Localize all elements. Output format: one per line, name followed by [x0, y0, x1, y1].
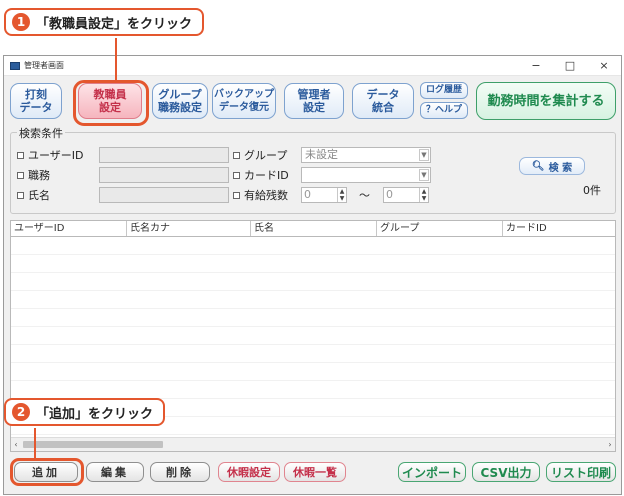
spinner-arrows-icon[interactable]: ▲ ▼ — [419, 188, 428, 202]
search-conditions-group: 検索条件 ユーザーID 職務 氏名 グループ 未設定 ▼ カードID ▼ 有給残… — [10, 125, 616, 214]
app-icon — [10, 61, 20, 70]
button-label: 打刻 — [25, 88, 47, 101]
checkbox-label: 有給残数 — [244, 189, 288, 202]
scroll-thumb[interactable] — [23, 441, 163, 448]
scroll-right-icon[interactable]: › — [605, 440, 615, 449]
leave-list-button[interactable]: 休暇一覧 — [284, 462, 346, 482]
table-header: ユーザーID 氏名カナ 氏名 グループ カードID — [11, 221, 615, 237]
chevron-down-icon[interactable]: ▼ — [419, 169, 429, 181]
select-value: 未設定 — [305, 148, 338, 161]
result-count: 0件 — [583, 184, 601, 197]
name-checkbox[interactable]: 氏名 — [17, 187, 50, 203]
button-label: データ — [366, 88, 400, 101]
backup-restore-button[interactable]: バックアップ データ復元 — [212, 83, 276, 119]
step-number: 1 — [12, 13, 30, 31]
button-label: 設定 — [303, 101, 325, 114]
card-id-checkbox[interactable]: カードID — [233, 167, 289, 183]
horizontal-scrollbar[interactable]: ‹ › — [11, 437, 615, 451]
scroll-left-icon[interactable]: ‹ — [11, 440, 21, 449]
user-id-field[interactable] — [99, 147, 229, 163]
callout-step-2: 2 「追加」をクリック — [4, 398, 166, 426]
highlight-staff-settings — [73, 80, 149, 126]
minimize-icon[interactable]: − — [519, 56, 553, 76]
admin-settings-button[interactable]: 管理者 設定 — [284, 83, 344, 119]
csv-output-button[interactable]: CSV出力 — [472, 462, 540, 482]
highlight-add-button — [10, 458, 84, 486]
checkbox[interactable] — [17, 151, 24, 159]
button-label: 職務設定 — [158, 101, 202, 114]
button-label: データ復元 — [219, 102, 269, 113]
window-controls: − □ × — [519, 56, 621, 76]
window-title: 管理者画面 — [24, 61, 64, 70]
card-id-select[interactable]: ▼ — [301, 167, 431, 183]
checkbox[interactable] — [17, 171, 24, 179]
step-number: 2 — [12, 403, 30, 421]
log-history-button[interactable]: ログ履歴 — [420, 82, 468, 99]
callout-pointer — [115, 38, 117, 80]
search-button[interactable]: 🔍︎ 検 索 — [519, 157, 585, 175]
button-label: 統合 — [372, 101, 394, 114]
button-label: 管理者 — [297, 88, 331, 101]
chevron-down-icon[interactable]: ▼ — [419, 149, 429, 161]
user-id-checkbox[interactable]: ユーザーID — [17, 147, 84, 163]
range-separator: 〜 — [359, 189, 370, 202]
paid-leave-to-spinner[interactable]: 0 ▲ ▼ — [383, 187, 429, 203]
list-print-button[interactable]: リスト印刷 — [546, 462, 616, 482]
spinner-value: 0 — [304, 188, 311, 201]
data-merge-button[interactable]: データ 統合 — [352, 83, 414, 119]
admin-window: 管理者画面 − □ × 打刻 データ 教職員 設定 グループ 職務設定 バックア… — [3, 55, 622, 495]
import-button[interactable]: インポート — [398, 462, 466, 482]
magnifier-icon: 🔍︎ — [531, 160, 545, 172]
checkbox[interactable] — [17, 191, 24, 199]
maximize-icon[interactable]: □ — [553, 56, 587, 76]
column-header-name[interactable]: 氏名 — [251, 221, 377, 236]
close-icon[interactable]: × — [587, 56, 621, 76]
checkbox-label: グループ — [244, 149, 288, 162]
button-label: バックアップ — [214, 89, 274, 100]
group-checkbox[interactable]: グループ — [233, 147, 287, 163]
checkbox-label: カードID — [244, 169, 289, 182]
group-settings-button[interactable]: グループ 職務設定 — [152, 83, 208, 119]
button-label: データ — [19, 101, 53, 114]
checkbox[interactable] — [233, 151, 240, 159]
paid-leave-checkbox[interactable]: 有給残数 — [233, 187, 288, 203]
checkbox-label: 氏名 — [28, 189, 50, 202]
punch-data-button[interactable]: 打刻 データ — [10, 83, 62, 119]
callout-step-1: 1 「教職員設定」をクリック — [4, 8, 205, 36]
column-header-name-kana[interactable]: 氏名カナ — [127, 221, 251, 236]
name-field[interactable] — [99, 187, 229, 203]
aggregate-work-hours-button[interactable]: 勤務時間を集計する — [476, 82, 616, 120]
button-label: グループ — [158, 88, 202, 101]
callout-text: 「追加」をクリック — [36, 406, 154, 422]
title-bar: 管理者画面 − □ × — [4, 56, 621, 76]
edit-button[interactable]: 編集 — [86, 462, 144, 482]
callout-text: 「教職員設定」をクリック — [36, 16, 193, 32]
spinner-value: 0 — [386, 188, 393, 201]
group-select[interactable]: 未設定 ▼ — [301, 147, 431, 163]
column-header-group[interactable]: グループ — [377, 221, 503, 236]
checkbox-label: 職務 — [28, 169, 50, 182]
paid-leave-from-spinner[interactable]: 0 ▲ ▼ — [301, 187, 347, 203]
checkbox[interactable] — [233, 171, 240, 179]
spinner-arrows-icon[interactable]: ▲ ▼ — [337, 188, 346, 202]
leave-settings-button[interactable]: 休暇設定 — [218, 462, 280, 482]
column-header-user-id[interactable]: ユーザーID — [11, 221, 127, 236]
button-label: 検 索 — [548, 162, 573, 174]
checkbox[interactable] — [233, 191, 240, 199]
checkbox-label: ユーザーID — [28, 149, 84, 162]
group-title: 検索条件 — [17, 125, 65, 141]
column-header-card-id[interactable]: カードID — [503, 221, 615, 236]
post-field[interactable] — [99, 167, 229, 183]
help-button[interactable]: ？ヘルプ — [420, 102, 468, 119]
callout-pointer — [34, 428, 36, 460]
delete-button[interactable]: 削除 — [150, 462, 210, 482]
post-checkbox[interactable]: 職務 — [17, 167, 50, 183]
